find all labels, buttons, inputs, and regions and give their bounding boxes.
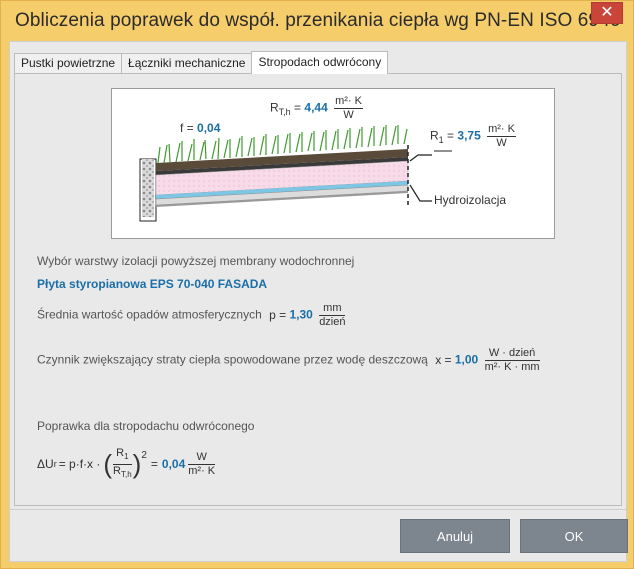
factor-row: Czynnik zwiększający straty ciepła spowo…: [37, 347, 540, 374]
factor-unit: W · dzień m²· K · mm: [484, 347, 540, 374]
dialog-window: Obliczenia poprawek do współ. przenikani…: [0, 0, 634, 569]
rth-symbol: R: [270, 100, 279, 115]
roof-diagram: RT,h = 4,44 m²· K W f = 0,04 R1 = 3,75 m…: [111, 88, 555, 239]
ok-button[interactable]: OK: [520, 519, 628, 553]
rain-symbol: p =: [269, 307, 287, 322]
r1-unit: m²· K W: [487, 123, 516, 150]
formula-unit-numerator: W: [188, 451, 216, 465]
rth-value: 4,44: [304, 100, 328, 115]
formula-rth-symbol: R: [113, 464, 121, 477]
rth-unit-numerator: m²· K: [334, 95, 363, 109]
rth-equals: =: [294, 100, 302, 115]
tab-pustki-powietrzne[interactable]: Pustki powietrzne: [14, 53, 123, 73]
client-area: Pustki powietrzne Łączniki mechaniczne S…: [9, 41, 628, 562]
formula-expression: = p·f·x ·: [58, 457, 101, 471]
layer-choice-value[interactable]: Płyta styropianowa EPS 70-040 FASADA: [37, 277, 267, 291]
correction-label: Poprawka dla stropodachu odwróconego: [37, 419, 255, 433]
factor-unit-denominator: m²· K · mm: [484, 361, 540, 373]
formula-paren-close: ): [132, 449, 142, 479]
formula-result-equals: =: [150, 457, 158, 471]
formula-ratio-numerator: R1: [113, 447, 132, 465]
r1-unit-numerator: m²· K: [487, 123, 516, 137]
close-button[interactable]: ✕: [591, 2, 623, 24]
rth-unit-denominator: W: [343, 109, 354, 121]
r1-value: 3,75: [457, 128, 481, 143]
factor-label: Czynnik zwiększający straty ciepła spowo…: [37, 352, 428, 367]
formula-paren-open: (: [103, 449, 113, 479]
r1-equals: =: [447, 128, 455, 143]
formula-result-value: 0,04: [161, 457, 186, 471]
formula-lhs-subscript: r: [53, 459, 57, 469]
dialog-footer: Anuluj OK: [10, 509, 628, 561]
tab-panel: RT,h = 4,44 m²· K W f = 0,04 R1 = 3,75 m…: [14, 73, 622, 506]
window-title: Obliczenia poprawek do współ. przenikani…: [15, 10, 621, 31]
title-bar[interactable]: Obliczenia poprawek do współ. przenikani…: [1, 1, 633, 41]
factor-unit-numerator: W · dzień: [484, 347, 540, 361]
rain-label: Średnia wartość opadów atmosferycznych: [37, 307, 262, 322]
hydroizolacja-label: Hydroizolacja: [434, 193, 507, 207]
rain-unit: mm dzień: [319, 302, 346, 329]
correction-formula: ΔU r = p·f·x · ( R1 RT,h ) 2 = 0,04 W m²· …: [37, 444, 216, 484]
r1-symbol: R: [430, 128, 439, 143]
factor-value[interactable]: 1,00: [455, 353, 478, 367]
rth-readout: RT,h = 4,44 m²· K W: [270, 95, 363, 122]
formula-r1-subscript: 1: [124, 452, 129, 462]
rain-value[interactable]: 1,30: [289, 308, 312, 322]
f-readout: f = 0,04: [180, 121, 220, 135]
close-icon: ✕: [600, 4, 614, 21]
rain-row: Średnia wartość opadów atmosferycznych p…: [37, 302, 346, 329]
formula-exponent: 2: [141, 450, 147, 461]
rth-subscript: T,h: [278, 107, 291, 118]
cancel-button[interactable]: Anuluj: [400, 519, 510, 553]
f-value: 0,04: [197, 121, 221, 135]
formula-unit: W m²· K: [188, 451, 216, 478]
formula-unit-denominator: m²· K: [188, 464, 216, 477]
factor-symbol: x =: [435, 352, 452, 367]
formula-lhs: ΔU: [37, 457, 54, 471]
f-symbol: f =: [180, 121, 194, 135]
tab-laczniki-mechaniczne[interactable]: Łączniki mechaniczne: [121, 53, 253, 73]
rain-unit-denominator: dzień: [319, 316, 346, 328]
formula-ratio-denominator: RT,h: [113, 465, 132, 481]
tab-strip: Pustki powietrzne Łączniki mechaniczne S…: [14, 51, 389, 74]
rain-unit-numerator: mm: [319, 302, 346, 316]
layer-choice-label: Wybór warstwy izolacji powyższej membran…: [37, 254, 355, 268]
tab-stropodach-odwrocony[interactable]: Stropodach odwrócony: [251, 51, 389, 74]
formula-ratio: R1 RT,h: [113, 447, 132, 480]
formula-rth-subscript: T,h: [120, 469, 132, 479]
r1-subscript: 1: [438, 135, 444, 146]
r1-unit-denominator: W: [496, 137, 507, 149]
r1-readout: R1 = 3,75 m²· K W: [430, 123, 516, 150]
rth-unit: m²· K W: [334, 95, 363, 122]
formula-r1-symbol: R: [116, 447, 125, 460]
